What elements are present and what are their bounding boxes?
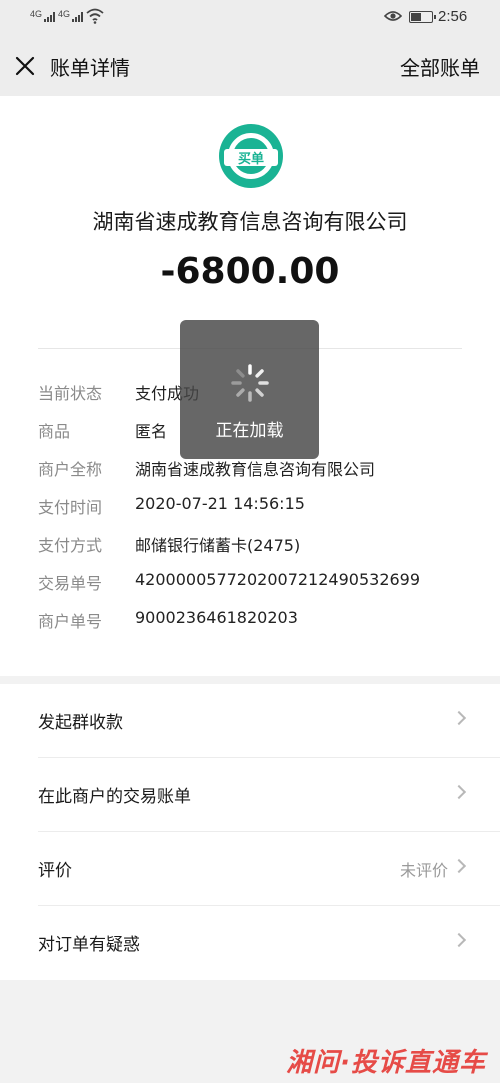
status-bar: 4G 4G 2:56: [0, 0, 500, 36]
battery-icon: [409, 11, 436, 23]
detail-row-merchant-order-id: 商户单号 9000236461820203: [38, 608, 478, 632]
detail-value: 4200000577202007212490532699: [135, 570, 421, 589]
signal-bars-icon-1: [44, 12, 55, 22]
logo-text: 买单: [237, 152, 264, 167]
signal-icon-2: 4G: [58, 9, 71, 19]
chevron-right-icon: [451, 932, 467, 948]
signal-bars-icon-2: [72, 12, 83, 22]
menu-item-merchant-bills[interactable]: 在此商户的交易账单: [0, 758, 500, 832]
chevron-right-icon: [451, 784, 467, 800]
signal-icon-1: 4G: [30, 9, 43, 19]
nav-bar: 账单详情 全部账单: [0, 36, 500, 96]
detail-value: 匿名: [135, 422, 168, 441]
menu-item-label: 评价: [38, 861, 72, 881]
detail-row-merchant-full-name: 商户全称 湖南省速成教育信息咨询有限公司: [38, 456, 478, 480]
detail-key: 当前状态: [38, 384, 103, 403]
all-bills-link[interactable]: 全部账单: [400, 52, 480, 81]
menu-item-label: 发起群收款: [38, 713, 123, 733]
detail-value: 2020-07-21 14:56:15: [135, 494, 305, 513]
detail-key: 支付时间: [38, 498, 103, 517]
detail-value: 湖南省速成教育信息咨询有限公司: [135, 460, 376, 479]
menu-item-label: 在此商户的交易账单: [38, 787, 191, 807]
wifi-icon: [86, 8, 104, 24]
watermark: 湘问·投诉直通车: [286, 1048, 486, 1078]
menu-item-order-question[interactable]: 对订单有疑惑: [0, 906, 500, 980]
eye-icon: [384, 11, 402, 21]
loading-toast: 正在加载: [180, 320, 319, 459]
detail-row-pay-time: 支付时间 2020-07-21 14:56:15: [38, 494, 478, 518]
merchant-name: 湖南省速成教育信息咨询有限公司: [92, 210, 408, 234]
detail-row-pay-method: 支付方式 邮储银行储蓄卡(2475): [38, 532, 478, 556]
battery-level: [411, 13, 422, 21]
close-icon[interactable]: [14, 55, 36, 77]
action-list: 发起群收款 在此商户的交易账单 评价 未评价 对订单有疑惑: [0, 684, 500, 980]
menu-item-review[interactable]: 评价 未评价: [0, 832, 500, 906]
review-status: 未评价: [399, 861, 448, 880]
detail-value: 9000236461820203: [135, 608, 298, 627]
detail-value: 邮储银行储蓄卡(2475): [135, 536, 301, 555]
loading-text: 正在加载: [215, 421, 284, 441]
menu-item-label: 对订单有疑惑: [38, 935, 140, 955]
detail-key: 交易单号: [38, 574, 103, 593]
detail-key: 商户全称: [38, 460, 103, 479]
menu-item-group-collection[interactable]: 发起群收款: [0, 684, 500, 758]
detail-key: 商户单号: [38, 612, 103, 631]
chevron-right-icon: [451, 710, 467, 726]
merchant-logo: 买单: [219, 124, 283, 188]
chevron-right-icon: [451, 858, 467, 874]
payment-amount: -6800.00: [160, 251, 340, 292]
page-title: 账单详情: [50, 56, 130, 80]
detail-key: 支付方式: [38, 536, 103, 555]
loading-spinner-icon: [231, 364, 269, 402]
status-time: 2:56: [438, 8, 468, 25]
detail-key: 商品: [38, 422, 71, 441]
detail-row-transaction-id: 交易单号 4200000577202007212490532699: [38, 570, 478, 594]
